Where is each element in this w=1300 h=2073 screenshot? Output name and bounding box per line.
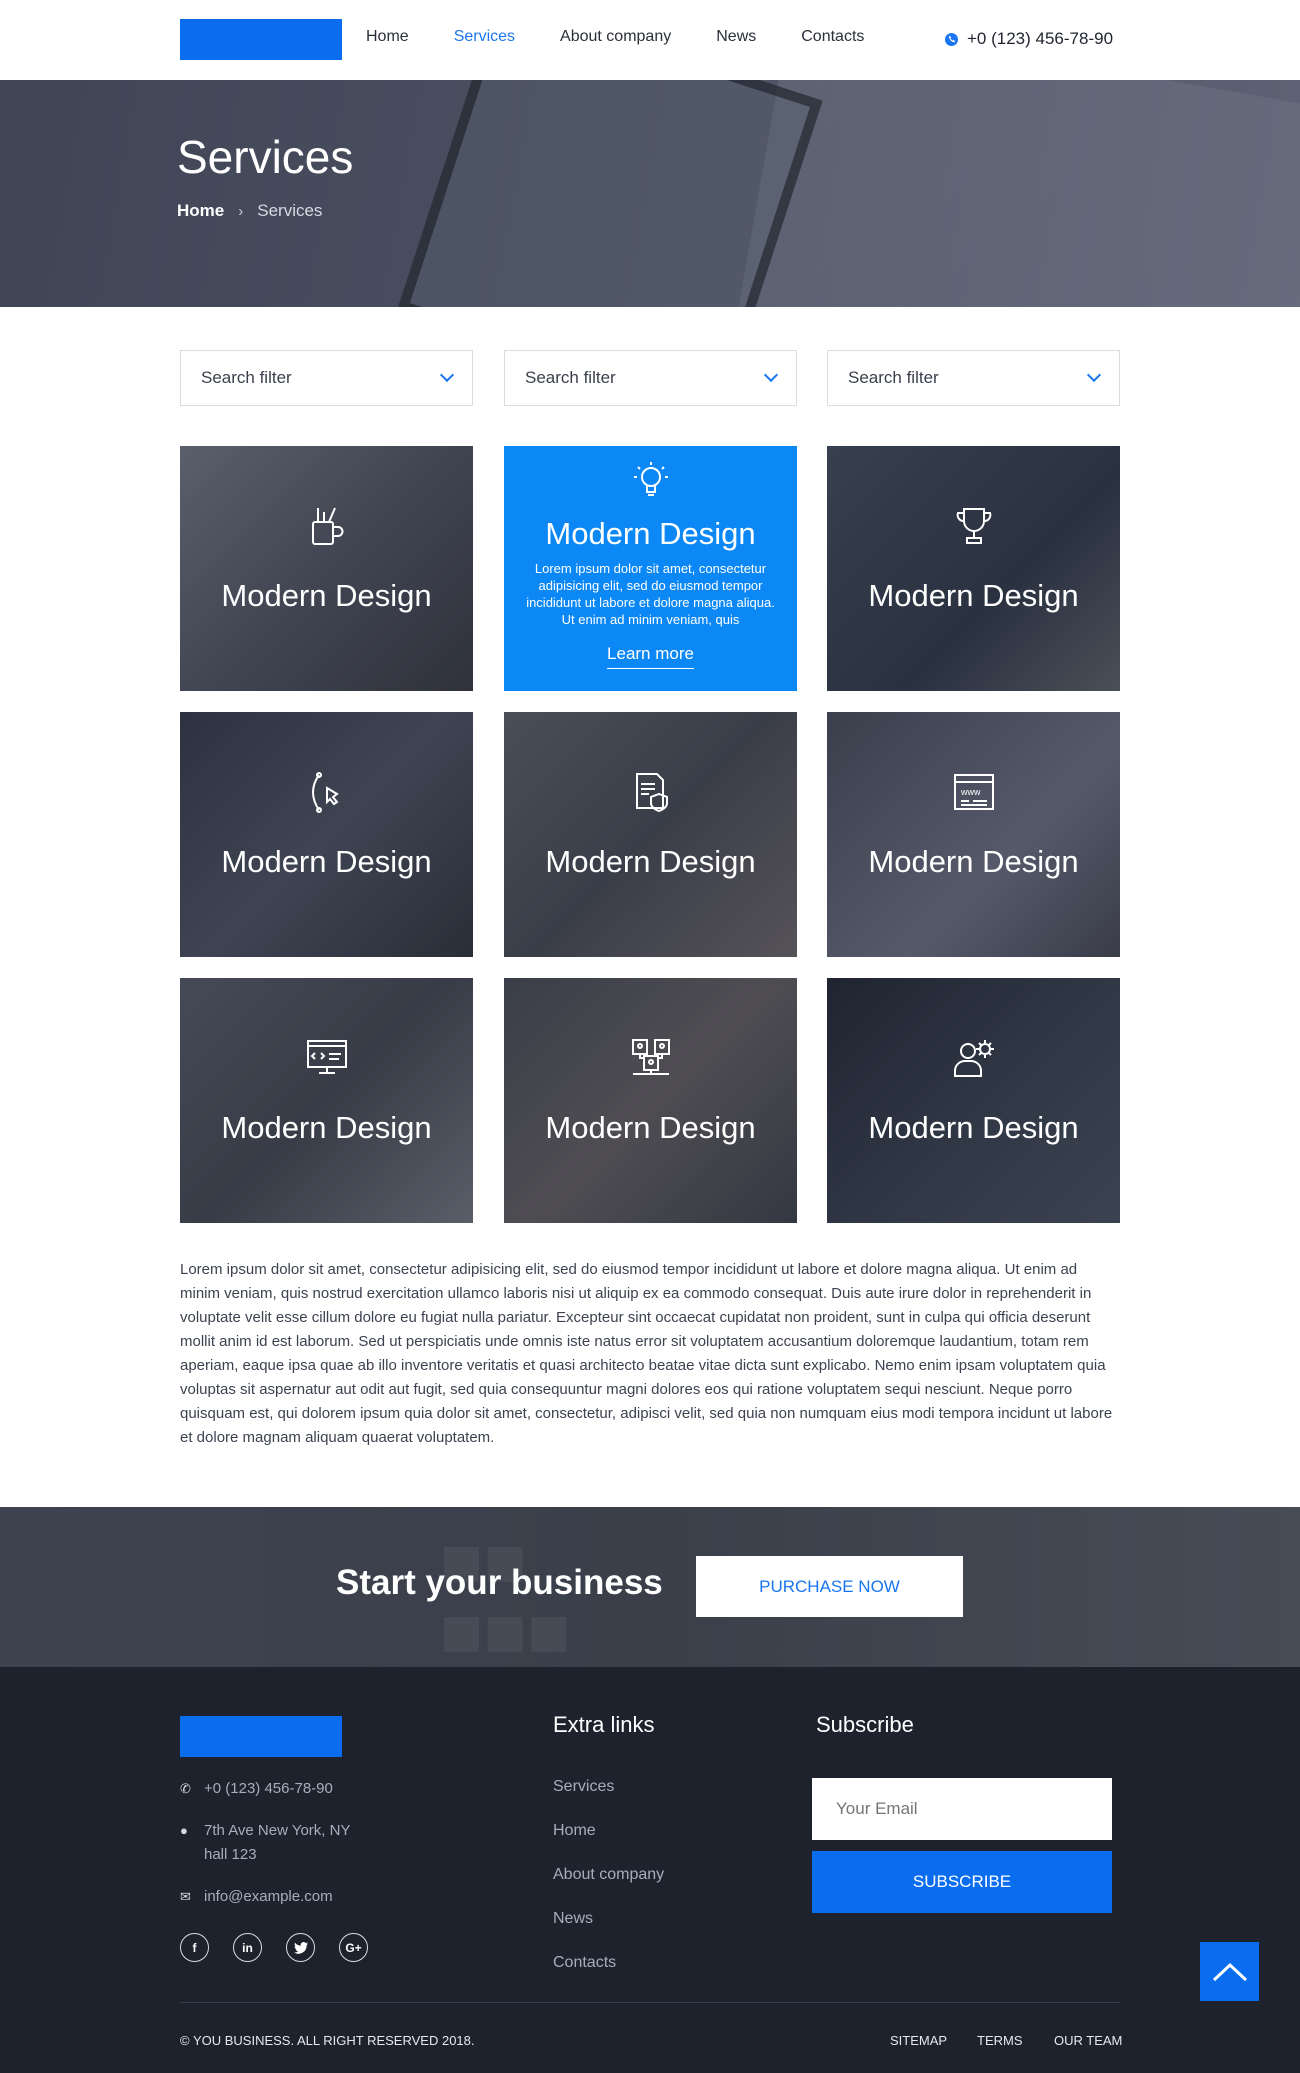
pen-tool-icon bbox=[311, 772, 339, 813]
document-shield-icon bbox=[635, 773, 668, 813]
terms-link[interactable]: TERMS bbox=[977, 2033, 1023, 2048]
footer-link-contacts[interactable]: Contacts bbox=[553, 1954, 664, 1998]
our-team-link[interactable]: OUR TEAM bbox=[1054, 2033, 1122, 2048]
service-card-title: Modern Design bbox=[868, 578, 1079, 613]
nav-services[interactable]: Services bbox=[454, 28, 515, 46]
lightbulb-icon bbox=[633, 462, 668, 496]
code-monitor-icon bbox=[306, 1040, 347, 1074]
service-card[interactable]: Modern Design bbox=[180, 978, 473, 1223]
chevron-down-icon bbox=[439, 367, 455, 383]
filter-label: Search filter bbox=[525, 368, 616, 387]
service-card-title: Modern Design bbox=[868, 844, 1079, 879]
chevron-right-icon: › bbox=[238, 202, 244, 220]
site-footer: ✆ +0 (123) 456-78-90 ● 7th Ave New York,… bbox=[0, 1667, 1300, 2073]
sitemap-link[interactable]: SITEMAP bbox=[890, 2033, 947, 2048]
site-header: Home Services About company News Contact… bbox=[0, 0, 1300, 80]
service-card-description: Lorem ipsum dolor sit amet, consectetur … bbox=[526, 561, 775, 627]
user-network-icon bbox=[631, 1039, 670, 1075]
service-card[interactable]: Modern Design bbox=[504, 978, 797, 1223]
footer-link-home[interactable]: Home bbox=[553, 1822, 664, 1866]
google-plus-icon[interactable]: G+ bbox=[339, 1933, 368, 1962]
footer-phone[interactable]: ✆ +0 (123) 456-78-90 bbox=[180, 1777, 333, 1801]
service-card-title: Modern Design bbox=[221, 1110, 432, 1145]
copyright: © YOU BUSINESS. ALL RIGHT RESERVED 2018. bbox=[180, 2033, 475, 2048]
page-title: Services bbox=[177, 131, 354, 183]
email-field[interactable] bbox=[812, 1778, 1112, 1840]
service-card[interactable]: www Modern Design bbox=[827, 712, 1120, 957]
user-gear-icon bbox=[953, 1040, 994, 1077]
logo[interactable] bbox=[180, 19, 342, 60]
linkedin-icon[interactable]: in bbox=[233, 1933, 262, 1962]
service-card-title: Modern Design bbox=[221, 578, 432, 613]
services-description: Lorem ipsum dolor sit amet, consectetur … bbox=[180, 1261, 1113, 1446]
footer-email-text: info@example.com bbox=[204, 1888, 333, 1905]
filter-label: Search filter bbox=[848, 368, 939, 387]
learn-more-link[interactable]: Learn more bbox=[607, 644, 694, 669]
footer-link-news[interactable]: News bbox=[553, 1910, 664, 1954]
cta-title: Start your business bbox=[336, 1563, 663, 1602]
breadcrumb-home[interactable]: Home bbox=[177, 201, 224, 221]
search-filter-2[interactable]: Search filter bbox=[504, 350, 797, 406]
address-line-2: hall 123 bbox=[204, 1846, 257, 1863]
services-grid: Modern Design Modern Design Lorem ipsum … bbox=[180, 446, 1120, 1224]
phone-icon: ✆ bbox=[180, 1781, 191, 1796]
header-phone-text: +0 (123) 456-78-90 bbox=[967, 29, 1114, 48]
footer-phone-text: +0 (123) 456-78-90 bbox=[204, 1780, 333, 1797]
chevron-down-icon bbox=[1086, 367, 1102, 383]
page-hero: Services Home › Services bbox=[0, 80, 1300, 307]
filter-bar: Search filter Search filter Search filte… bbox=[180, 350, 1120, 406]
extra-links-list: Services Home About company News Contact… bbox=[553, 1778, 664, 1998]
www-browser-icon: www bbox=[953, 774, 994, 810]
trophy-icon bbox=[956, 508, 991, 544]
phone-icon bbox=[945, 32, 958, 46]
map-pin-icon: ● bbox=[180, 1823, 188, 1838]
chevron-up-icon bbox=[1212, 1962, 1247, 1981]
footer-divider bbox=[180, 2002, 1120, 2003]
cta-banner: ■■ ■■■ Start your business PURCHASE NOW bbox=[0, 1507, 1300, 1667]
service-card[interactable]: Modern Design bbox=[827, 978, 1120, 1223]
service-card[interactable]: Modern Design bbox=[180, 446, 473, 691]
footer-link-services[interactable]: Services bbox=[553, 1778, 664, 1822]
breadcrumb: Home › Services bbox=[177, 201, 322, 221]
subscribe-heading: Subscribe bbox=[816, 1712, 914, 1737]
service-card[interactable]: Modern Design bbox=[827, 446, 1120, 691]
search-filter-3[interactable]: Search filter bbox=[827, 350, 1120, 406]
facebook-icon[interactable]: f bbox=[180, 1933, 209, 1962]
search-filter-1[interactable]: Search filter bbox=[180, 350, 473, 406]
footer-email[interactable]: ✉ info@example.com bbox=[180, 1885, 333, 1909]
filter-label: Search filter bbox=[201, 368, 292, 387]
nav-contacts[interactable]: Contacts bbox=[801, 28, 864, 46]
service-card-title: Modern Design bbox=[545, 1110, 756, 1145]
svg-text:www: www bbox=[960, 787, 981, 797]
service-card-title: Modern Design bbox=[868, 1110, 1079, 1145]
mail-icon: ✉ bbox=[180, 1889, 191, 1904]
main-nav: Home Services About company News Contact… bbox=[366, 28, 909, 46]
service-card-title: Modern Design bbox=[221, 844, 432, 879]
footer-link-about[interactable]: About company bbox=[553, 1866, 664, 1910]
scroll-to-top-button[interactable] bbox=[1200, 1942, 1259, 2001]
nav-news[interactable]: News bbox=[716, 28, 756, 46]
nav-about[interactable]: About company bbox=[560, 28, 671, 46]
extra-links-heading: Extra links bbox=[553, 1712, 655, 1737]
hero-tablet-shape bbox=[397, 80, 823, 307]
service-card[interactable]: Modern Design bbox=[504, 712, 797, 957]
nav-home[interactable]: Home bbox=[366, 28, 409, 46]
footer-logo[interactable] bbox=[180, 1716, 342, 1757]
service-card-title: Modern Design bbox=[545, 844, 756, 879]
service-card-featured[interactable]: Modern Design Lorem ipsum dolor sit amet… bbox=[504, 446, 797, 691]
footer-address: ● 7th Ave New York, NY hall 123 bbox=[180, 1819, 350, 1867]
subscribe-button[interactable]: SUBSCRIBE bbox=[812, 1851, 1112, 1913]
chevron-down-icon bbox=[763, 367, 779, 383]
service-card[interactable]: Modern Design bbox=[180, 712, 473, 957]
breadcrumb-current: Services bbox=[257, 201, 323, 220]
twitter-icon[interactable] bbox=[286, 1933, 315, 1962]
purchase-now-button[interactable]: PURCHASE NOW bbox=[696, 1556, 963, 1617]
hero-background-image bbox=[738, 80, 1300, 307]
social-links: f in G+ bbox=[180, 1933, 368, 1962]
pencil-cup-icon bbox=[311, 507, 343, 545]
header-phone[interactable]: +0 (123) 456-78-90 bbox=[945, 29, 1113, 49]
address-line-1: 7th Ave New York, NY bbox=[204, 1822, 351, 1839]
service-card-title: Modern Design bbox=[545, 516, 756, 551]
